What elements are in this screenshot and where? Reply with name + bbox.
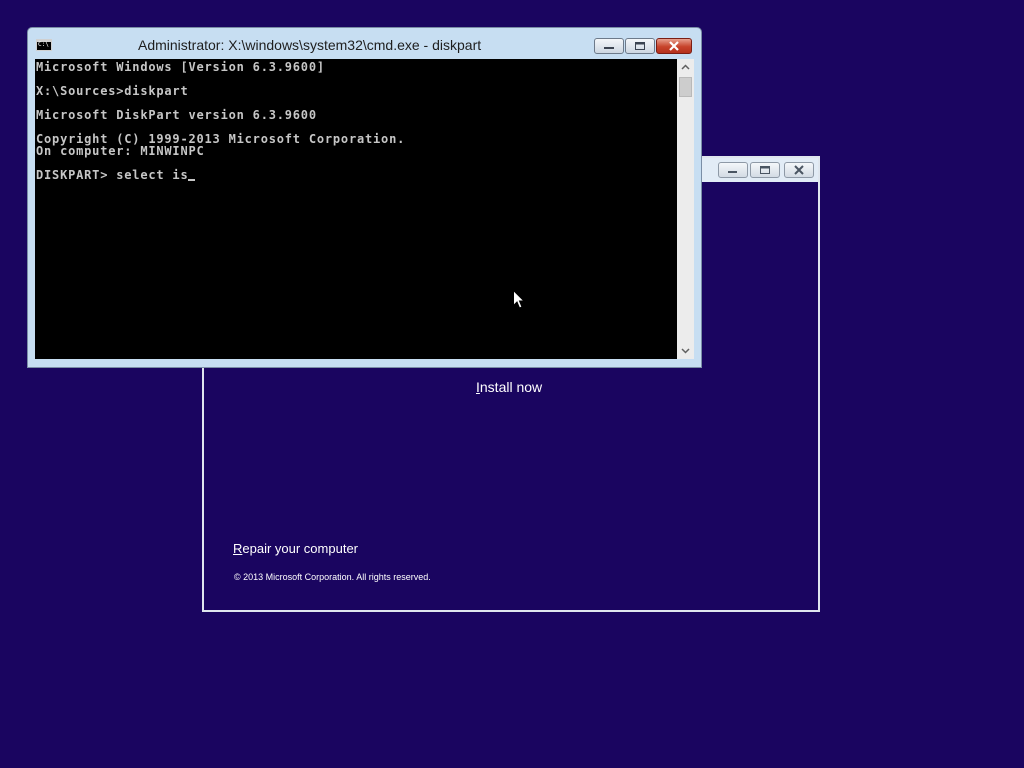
text-cursor — [188, 179, 196, 181]
minimize-icon — [728, 171, 737, 173]
setup-close-button[interactable] — [784, 162, 814, 178]
cmd-window-title: Administrator: X:\windows\system32\cmd.e… — [138, 37, 482, 53]
chevron-up-icon — [681, 64, 690, 70]
cmd-icon-text: C:\ — [38, 41, 49, 48]
minimize-icon — [604, 47, 614, 49]
console-area[interactable]: Microsoft Windows [Version 6.3.9600] X:\… — [35, 59, 677, 359]
repair-your-computer-link[interactable]: Repair your computer — [233, 541, 358, 556]
console-line: X:\Sources>diskpart — [36, 84, 189, 98]
setup-maximize-button[interactable] — [750, 162, 780, 178]
cmd-system-icon[interactable]: C:\ — [36, 39, 52, 51]
maximize-icon — [760, 166, 770, 174]
mouse-pointer-icon — [513, 290, 525, 309]
cmd-close-button[interactable] — [656, 38, 692, 54]
console-line: Microsoft DiskPart version 6.3.9600 — [36, 108, 317, 122]
desktop: Install now Repair your computer © 2013 … — [0, 0, 1024, 768]
console-line: On computer: MINWINPC — [36, 144, 205, 158]
console-line: DISKPART> select is — [36, 169, 405, 181]
cmd-window: C:\ Administrator: X:\windows\system32\c… — [27, 27, 702, 368]
install-now-link[interactable]: Install now — [476, 379, 542, 395]
install-now-label: nstall now — [479, 379, 543, 395]
close-icon — [794, 165, 804, 175]
setup-minimize-button[interactable] — [718, 162, 748, 178]
scroll-down-button[interactable] — [677, 342, 694, 359]
close-icon — [669, 41, 679, 51]
cmd-maximize-button[interactable] — [625, 38, 655, 54]
console-output: Microsoft Windows [Version 6.3.9600] X:\… — [36, 61, 405, 181]
chevron-down-icon — [681, 348, 690, 354]
cmd-minimize-button[interactable] — [594, 38, 624, 54]
repair-label: epair your computer — [242, 541, 359, 556]
scrollbar-thumb[interactable] — [679, 77, 692, 97]
vertical-scrollbar[interactable] — [677, 59, 694, 359]
cmd-titlebar[interactable]: C:\ Administrator: X:\windows\system32\c… — [28, 28, 701, 58]
scroll-up-button[interactable] — [677, 59, 694, 76]
repair-accel: R — [233, 541, 243, 556]
console-line: Microsoft Windows [Version 6.3.9600] — [36, 60, 325, 74]
copyright-text: © 2013 Microsoft Corporation. All rights… — [234, 572, 431, 582]
maximize-icon — [635, 42, 645, 50]
